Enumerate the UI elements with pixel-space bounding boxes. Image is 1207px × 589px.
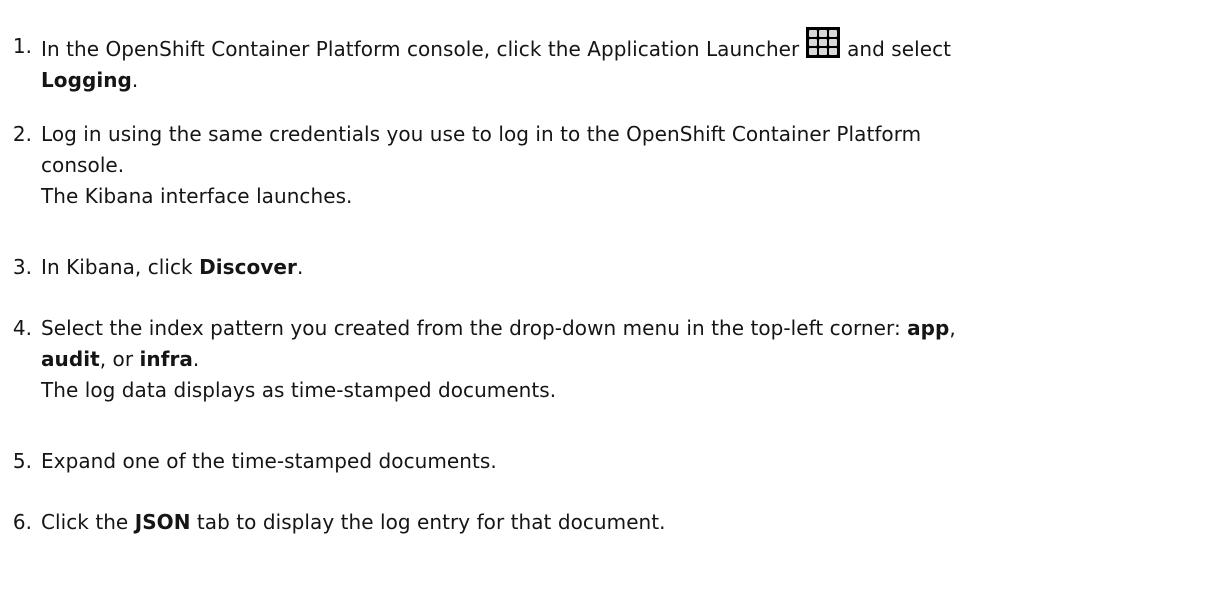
- step-number: 1.: [12, 34, 32, 58]
- step-number: 2.: [12, 122, 32, 146]
- step-line: audit, or infra.: [41, 344, 1201, 375]
- step-text: , or: [99, 347, 140, 371]
- step-text: In Kibana, click: [41, 255, 200, 279]
- application-launcher-grid-icon: [805, 27, 840, 58]
- step-text: ,: [949, 316, 956, 340]
- step-text: In the OpenShift Container Platform cons…: [41, 37, 806, 61]
- step-text: Select the index pattern you created fro…: [41, 316, 908, 340]
- step-line: console.: [41, 153, 125, 177]
- step-text: .: [192, 347, 200, 371]
- step-line: Log in using the same credentials you us…: [41, 122, 922, 146]
- step-text: and select: [840, 37, 952, 61]
- step-text: tab to display the log entry for that do…: [190, 510, 666, 534]
- bold-term: Logging: [41, 68, 132, 92]
- step-body: Select the index pattern you created fro…: [41, 313, 1201, 406]
- bold-term: audit: [41, 347, 100, 371]
- step-line: The log data displays as time-stamped do…: [41, 378, 557, 402]
- bold-term: app: [907, 316, 950, 340]
- step-line: The Kibana interface launches.: [41, 184, 353, 208]
- step-number: 5.: [12, 449, 32, 473]
- step-text: .: [131, 68, 139, 92]
- step-line: Expand one of the time-stamped documents…: [41, 449, 497, 473]
- step-body: In Kibana, click Discover.: [41, 252, 1201, 283]
- step-line: Select the index pattern you created fro…: [41, 313, 1201, 344]
- step-line: In the OpenShift Container Platform cons…: [41, 27, 1201, 65]
- bold-term: JSON: [134, 510, 191, 534]
- procedure-document: 1. In the OpenShift Container Platform c…: [0, 0, 1207, 589]
- step-body: Log in using the same credentials you us…: [41, 119, 1201, 212]
- step-body: Click the JSON tab to display the log en…: [41, 507, 1201, 538]
- step-body: Expand one of the time-stamped documents…: [41, 446, 1201, 477]
- step-number: 3.: [12, 255, 32, 279]
- step-number: 6.: [12, 510, 32, 534]
- step-line: In Kibana, click Discover.: [41, 252, 1201, 283]
- step-line: Click the JSON tab to display the log en…: [41, 507, 1201, 538]
- bold-term: Discover: [199, 255, 297, 279]
- step-body: In the OpenShift Container Platform cons…: [41, 27, 1201, 96]
- bold-term: infra: [139, 347, 193, 371]
- step-text: Click the: [41, 510, 135, 534]
- step-line: Logging.: [41, 65, 1201, 96]
- step-number: 4.: [12, 316, 32, 340]
- step-text: .: [296, 255, 304, 279]
